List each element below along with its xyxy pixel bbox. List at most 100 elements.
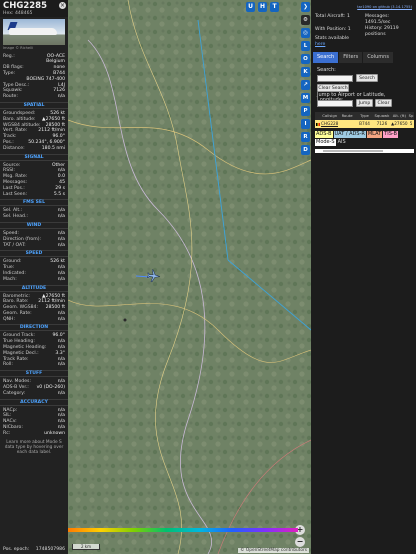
side-button-r[interactable]: R: [301, 132, 310, 142]
info-header: CHG2285 Hex: 448465 ×: [0, 0, 68, 17]
messages-label: Messages:: [365, 14, 390, 19]
map-button-t[interactable]: T: [270, 2, 279, 12]
info-value: n/a: [57, 390, 65, 396]
col-squawk[interactable]: Squawk: [373, 112, 390, 120]
stats-available: Stats available: [315, 36, 349, 41]
row-squawk: 7126: [376, 121, 388, 126]
section-header-direction[interactable]: DIRECTION: [0, 324, 68, 332]
col-type[interactable]: Type: [356, 112, 373, 120]
clear-button[interactable]: Clear: [375, 99, 392, 107]
scale-bar: 2 km: [72, 544, 100, 550]
hex-value: 448465: [14, 11, 33, 16]
tab-search[interactable]: Search: [313, 52, 339, 63]
collapse-arrow-icon[interactable]: ❯: [301, 2, 310, 12]
tab-filters[interactable]: Filters: [339, 52, 363, 63]
aircraft-fields: Reg.: OO-ACE Belgium DB flags: none Type: B744…: [0, 54, 68, 100]
section-row: Roll: n/a: [0, 362, 68, 368]
legend-mlat: MLAT: [366, 131, 383, 138]
sidebar-tabs: Search Filters Columns: [313, 52, 414, 63]
map-button-u[interactable]: U: [246, 2, 255, 12]
section-header-altitude[interactable]: ALTITUDE: [0, 284, 68, 292]
section-row: Category: n/a: [0, 391, 68, 397]
info-label: Reg.:: [3, 53, 15, 59]
source-legend: ADS-B UAT / ADS-R MLAT TIS-B Mode-S AIS: [315, 130, 414, 146]
station-marker: [123, 318, 127, 322]
search-input[interactable]: [317, 75, 353, 82]
photo-credit: Image © Richelli: [3, 46, 34, 50]
legend-ais: AIS: [337, 139, 346, 145]
row-callsign[interactable]: CHG2285: [321, 120, 338, 128]
section-row: Distance: 180.5 nmi: [0, 146, 68, 152]
aircraft-photo[interactable]: [3, 19, 65, 45]
map-canvas[interactable]: U H T + − 2 km © OpenStreetMap contribut…: [68, 0, 311, 554]
legend-uat: UAT / ADS-R: [333, 131, 366, 138]
search-panel: Search: Search Clear Search Jump to Airp…: [313, 65, 414, 110]
stats-link[interactable]: here: [315, 42, 325, 48]
row-altitude: ▲27650: [391, 121, 408, 126]
info-label: Mach:: [3, 276, 17, 282]
jump-button[interactable]: Jump: [356, 99, 373, 107]
aircraft-photo-plane: [9, 28, 57, 35]
section-header-accuracy[interactable]: ACCURACY: [0, 398, 68, 406]
section-row: Sel. Head.: n/a: [0, 214, 68, 220]
aircraft-table: Callsign Route Type Squawk Alt. (ft) Sp …: [315, 112, 414, 128]
terrain: [68, 0, 311, 554]
section-row: Mach: n/a: [0, 277, 68, 283]
section-row: QNH: n/a: [0, 317, 68, 323]
row-route: [338, 120, 355, 128]
info-label: Last Seen:: [3, 191, 28, 197]
section-header-wind[interactable]: WIND: [0, 221, 68, 229]
settings-gear-icon[interactable]: ⚙: [301, 15, 310, 25]
section-header-stuff[interactable]: STUFF: [0, 370, 68, 378]
legend-modes: Mode-S: [315, 139, 336, 146]
with-position: With Position: 1: [315, 27, 351, 32]
col-altitude[interactable]: Alt. (ft): [391, 112, 408, 120]
side-button-m[interactable]: M: [301, 93, 310, 103]
history-label: History: 29119 positions: [365, 26, 399, 37]
total-aircraft: Total Aircraft: 1: [315, 14, 350, 19]
search-button[interactable]: Search: [356, 74, 378, 82]
messages-value: 1491.5/sec: [365, 20, 391, 25]
table-header: Callsign Route Type Squawk Alt. (ft) Sp: [315, 112, 414, 120]
side-button-o[interactable]: O: [301, 54, 310, 64]
recenter-icon[interactable]: ◎: [301, 28, 310, 38]
col-speed[interactable]: Sp: [408, 112, 414, 120]
expand-icon[interactable]: ↗: [301, 80, 310, 90]
info-label: Rc:: [3, 430, 11, 436]
section-header-signal[interactable]: SIGNAL: [0, 153, 68, 161]
section-header-fms-sel[interactable]: FMS SEL: [0, 199, 68, 207]
row-speed: 5: [409, 121, 413, 126]
side-button-k[interactable]: K: [301, 67, 310, 77]
section-row: TAT / OAT: n/a: [0, 243, 68, 249]
info-label: Category:: [3, 390, 26, 396]
info-value: 5.5 s: [53, 191, 65, 197]
info-value: unknown: [44, 430, 65, 436]
tab-columns[interactable]: Columns: [363, 52, 393, 63]
legend-adsb: ADS-B: [315, 131, 333, 138]
table-scrollbar[interactable]: [315, 149, 414, 153]
info-sections: SPATIAL Groundspeed: 526 kt Baro. altitude:…: [0, 101, 68, 437]
pos-epoch-row: Pos. epoch: 1748507986: [0, 546, 68, 554]
col-callsign[interactable]: Callsign: [321, 112, 338, 120]
info-label: Type:: [3, 70, 16, 76]
table-row[interactable]: CHG2285 B744 7126 ▲27650 5: [315, 120, 414, 128]
info-value: n/a: [57, 242, 65, 248]
clear-search-button[interactable]: Clear Search: [317, 84, 349, 92]
altitude-legend: [68, 525, 298, 541]
side-button-d[interactable]: D: [301, 145, 310, 155]
side-button-l[interactable]: L: [301, 41, 310, 51]
info-label: Sel. Head.:: [3, 214, 28, 220]
section-header-speed[interactable]: SPEED: [0, 250, 68, 258]
side-button-i[interactable]: I: [301, 119, 310, 129]
info-label: Route:: [3, 94, 18, 100]
section-header-spatial[interactable]: SPATIAL: [0, 101, 68, 109]
map-attribution[interactable]: © OpenStreetMap contributors: [238, 548, 309, 553]
row-type: B744: [359, 121, 370, 126]
col-route[interactable]: Route: [338, 112, 355, 120]
side-button-p[interactable]: P: [301, 106, 310, 116]
close-icon[interactable]: ×: [59, 2, 66, 9]
map-button-h[interactable]: H: [258, 2, 267, 12]
jump-input[interactable]: [317, 100, 353, 107]
pos-epoch-label: Pos. epoch:: [3, 547, 30, 553]
github-link[interactable]: tar1090 on github (3.14.1755): [357, 5, 412, 11]
